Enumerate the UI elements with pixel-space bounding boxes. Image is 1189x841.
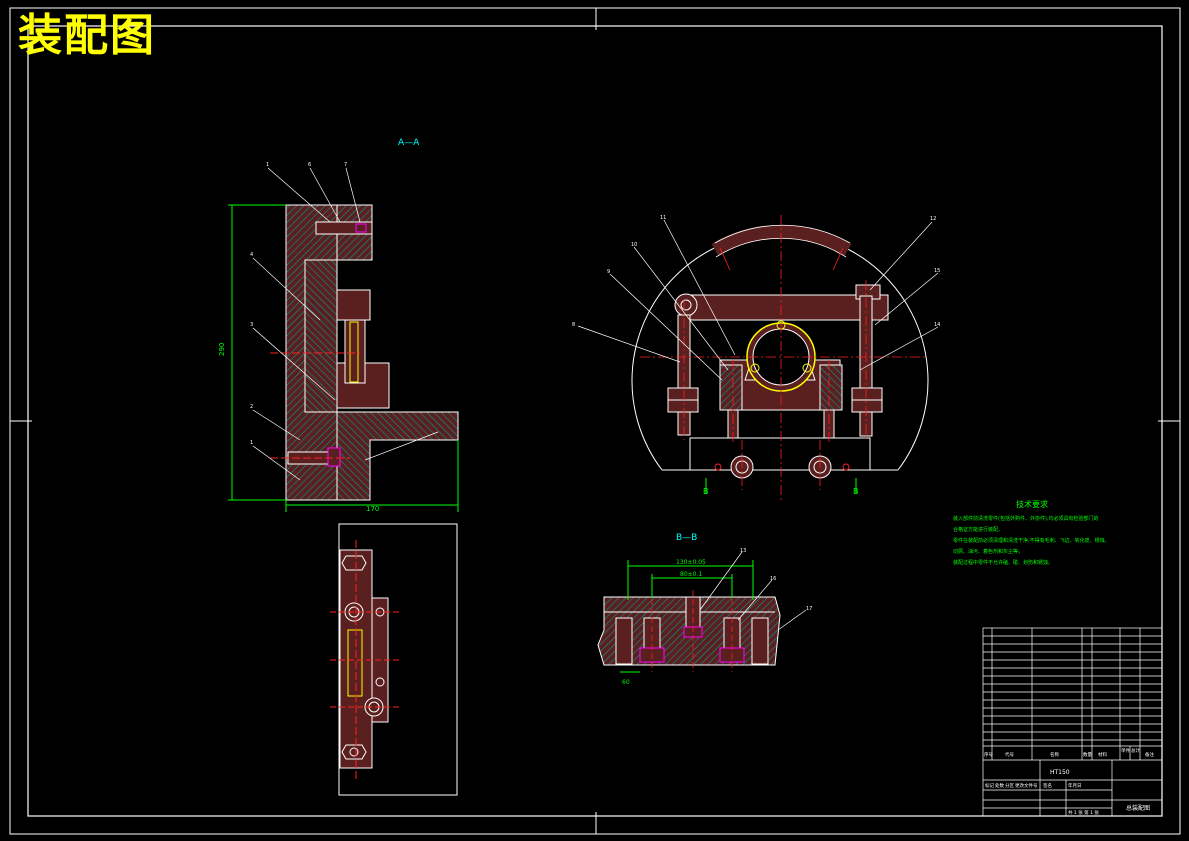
tb-h-1: 序号 — [984, 751, 993, 758]
tech-req-line-1: 装入部件前清洗零件(包括外购件、外协件),均必须具有检验部门的 — [953, 515, 1099, 522]
assembly-drawing: A—A 290 170 1 6 7 4 3 2 1 B B 11 12 10 9… — [9, 7, 1181, 835]
tech-req-line-5: 装配过程中零件不允许磕、碰、划伤和锈蚀。 — [953, 559, 1053, 566]
tech-req-line-4: 切屑、油污、着色剂和灰尘等。 — [953, 548, 1023, 555]
drawing-title: 装配图 — [18, 10, 156, 61]
section-aa-label: A—A — [398, 138, 420, 148]
tech-req-line-2: 合格证方能进行装配。 — [953, 526, 1003, 533]
tb-h-6: 单件 — [1121, 747, 1130, 754]
sheet-border — [9, 7, 1181, 835]
balloon-l1: 1 — [266, 162, 269, 168]
balloon-r6: 14 — [934, 322, 940, 328]
section-bb-label: B—B — [676, 533, 697, 543]
tb-material: HT150 — [1050, 769, 1070, 776]
bb-inner-dim: 80±0.1 — [680, 571, 702, 578]
balloon-l6: 2 — [250, 404, 253, 410]
tb-h-2: 代号 — [1005, 751, 1014, 758]
section-view-bb: B—B 130±0.05 80±0.1 60 13 16 17 — [597, 533, 812, 686]
tb-h-4: 数量 — [1083, 751, 1092, 758]
bb-side-dim: 60 — [622, 679, 630, 686]
tb-sub-6: 年月日 — [1068, 782, 1082, 789]
balloon-l3: 7 — [344, 162, 347, 168]
tb-h-7: 总计 — [1131, 747, 1140, 754]
tb-sub-4: 更改文件号 — [1015, 782, 1038, 789]
balloon-l4: 4 — [250, 252, 253, 258]
balloon-l7: 1 — [250, 440, 253, 446]
bb-outer-dim: 130±0.05 — [676, 559, 706, 566]
balloon-b1: 13 — [740, 548, 746, 554]
tb-sub-1: 标记 — [985, 782, 994, 789]
balloon-b3: 17 — [806, 606, 812, 612]
balloon-r4: 9 — [607, 269, 610, 275]
title-block-text: 序号 代号 名称 数量 材料 单件 总计 备注 HT150 标记 处数 分区 更… — [984, 747, 1154, 816]
balloon-l2: 6 — [308, 162, 311, 168]
left-height-dim: 290 — [218, 343, 226, 356]
tb-h-3: 名称 — [1050, 751, 1059, 758]
side-view — [330, 523, 458, 796]
tech-req-heading: 技术要求 — [1016, 499, 1048, 509]
balloon-r1: 11 — [660, 215, 666, 221]
cut-mark-right: B — [853, 487, 859, 496]
tb-sub-2: 处数 — [995, 782, 1004, 789]
tb-sub-5: 签名 — [1043, 782, 1052, 789]
balloon-r7: 8 — [572, 322, 575, 328]
technical-requirements: 技术要求 装入部件前清洗零件(包括外购件、外协件),均必须具有检验部门的 合格证… — [953, 499, 1110, 566]
tb-h-8: 备注 — [1145, 751, 1154, 758]
tb-sheet: 共 1 张 第 1 张 — [1068, 809, 1099, 816]
tb-sub-3: 分区 — [1005, 782, 1014, 789]
front-view: B B 11 12 10 9 15 14 8 — [572, 215, 940, 500]
cut-mark-left: B — [703, 487, 709, 496]
balloon-b2: 16 — [770, 576, 776, 582]
balloon-r3: 10 — [631, 242, 637, 248]
left-width-dim: 170 — [366, 505, 379, 513]
balloon-r2: 12 — [930, 216, 936, 222]
tech-req-line-3: 零件在装配前必须清理和清洗干净,不得有毛刺、飞边、氧化皮、锈蚀、 — [953, 537, 1110, 544]
tb-h-5: 材料 — [1098, 751, 1107, 758]
balloon-l5: 3 — [250, 322, 253, 328]
tb-drawing-name: 总装配图 — [1126, 804, 1150, 812]
section-view-aa: A—A 290 170 1 6 7 4 3 2 1 — [218, 138, 459, 513]
balloon-r5: 15 — [934, 268, 940, 274]
